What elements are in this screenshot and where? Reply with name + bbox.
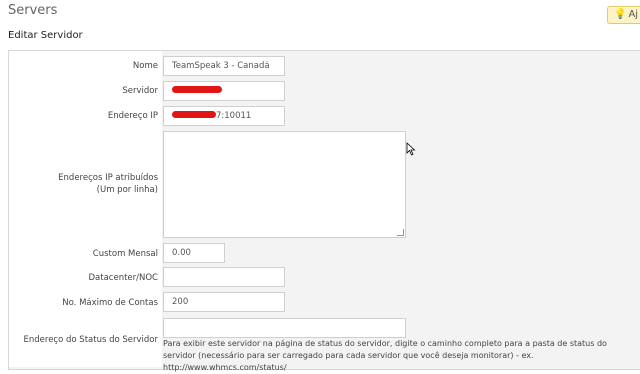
status-address-help: Para exibir este servidor na página de s… <box>163 339 607 372</box>
max-accounts-label: No. Máximo de Contas <box>62 298 158 308</box>
datacenter-input[interactable] <box>163 267 285 287</box>
server-input[interactable] <box>163 81 285 101</box>
redacted-mark <box>172 86 222 93</box>
name-input[interactable] <box>163 56 285 76</box>
status-address-input[interactable] <box>163 318 406 338</box>
ip-label: Endereço IP <box>107 111 158 121</box>
assigned-ips-label-line1: Endereços IP atribuídos <box>58 173 158 183</box>
assigned-ips-label: Endereços IP atribuídos (Um por linha) <box>8 172 158 196</box>
help-button[interactable]: 💡 Aj <box>607 6 640 24</box>
server-label: Servidor <box>122 86 158 96</box>
assigned-ips-label-line2: (Um por linha) <box>96 185 158 195</box>
monthly-cost-label: Custom Mensal <box>92 249 158 259</box>
page-title: Servers <box>8 3 58 18</box>
name-label: Nome <box>132 61 158 71</box>
datacenter-label: Datacenter/NOC <box>88 273 159 283</box>
resize-grip-icon[interactable] <box>397 229 404 236</box>
section-title: Editar Servidor <box>8 30 83 41</box>
monthly-cost-input[interactable] <box>163 243 225 263</box>
ip-port-text: 7:10011 <box>216 111 252 121</box>
redacted-mark <box>172 111 216 118</box>
form-label-column <box>9 51 162 367</box>
assigned-ips-textarea[interactable] <box>163 131 406 238</box>
ip-input[interactable]: 7:10011 <box>163 106 285 126</box>
max-accounts-input[interactable] <box>163 292 285 312</box>
status-address-label: Endereço do Status do Servidor <box>23 335 158 345</box>
lightbulb-icon: 💡 <box>614 9 627 20</box>
mouse-cursor-icon <box>406 142 416 156</box>
help-button-label: Aj <box>628 9 639 20</box>
